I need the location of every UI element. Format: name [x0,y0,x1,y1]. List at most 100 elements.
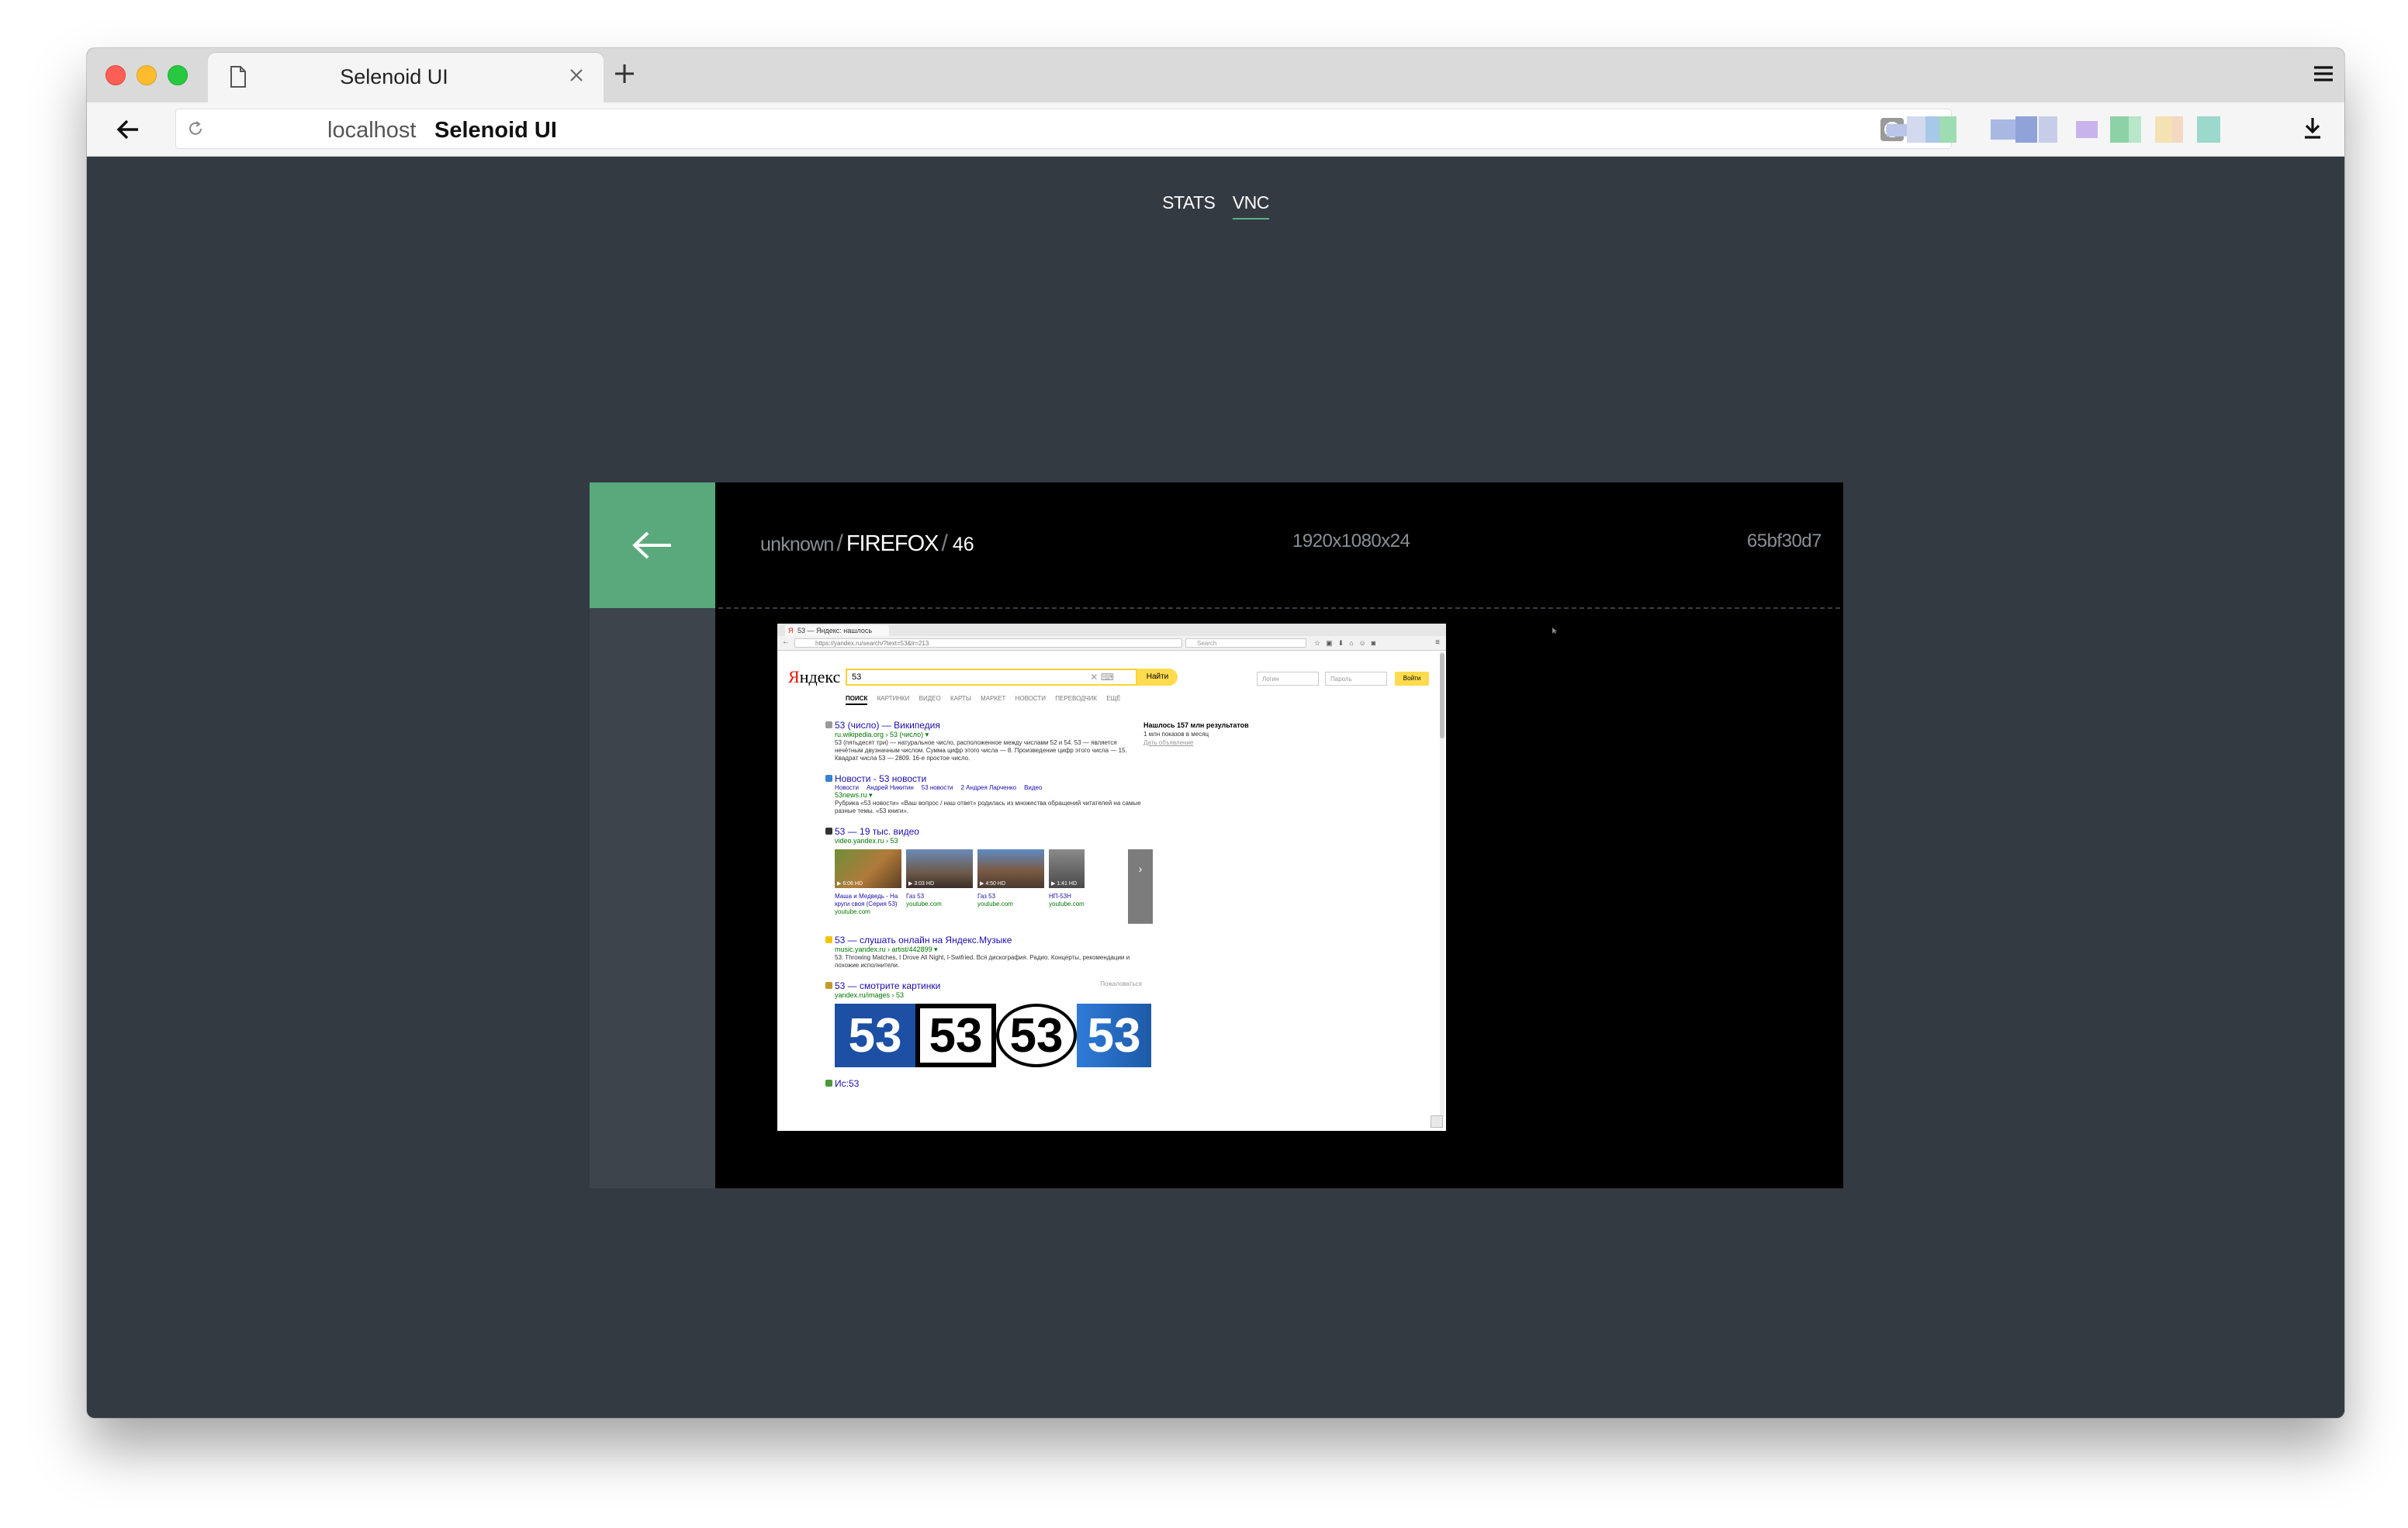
vnc-session-panel: unknown / FIREFOX/46 1920x1080x24 65bf30d7… [590,482,1843,1188]
url-page-title: Selenoid UI [434,118,557,143]
result-count: Нашлось 157 млн результатов [1143,721,1249,729]
wikipedia-icon [825,721,832,728]
result-title: 53 — смотрите картинки [835,980,941,991]
left-arrow-icon [632,531,671,559]
result-snippet: 53: Throwing Matches, I Drove All Night,… [835,954,1130,969]
page-icon [230,65,247,92]
close-window-button[interactable] [106,65,126,85]
image-thumbnail: 53 [835,1004,915,1067]
clear-icon: ✕ ⌨ [1090,672,1114,683]
video-thumbnail: ▶ 6:06 HD [835,849,901,888]
yandex-tabs: ПОИСК КАРТИНКИ ВИДЕО КАРТЫ МАРКЕТ НОВОСТ… [846,695,1128,705]
result-snippet: 53 (пятьдесят три) — натуральное число, … [835,739,1127,762]
yandex-tab: ВИДЕО [919,695,941,702]
remote-navbar: ← https://yandex.ru/search/?text=53&lr=2… [777,636,1446,651]
video-thumbnails: ▶ 6:06 HD ▶ 3:03 HD ▶ 4:50 HD ▶ 1:41 HD … [835,849,1153,924]
hamburger-menu-icon[interactable] [2310,60,2337,91]
nav-link-stats[interactable]: STATS [1162,192,1216,218]
cursor-icon [1552,627,1557,634]
panel-sidebar [590,608,715,1188]
result-sitelinks: Новости Андрей Никитин 53 новости 2 Андрея … [835,784,1043,791]
nav-link-vnc[interactable]: VNC [1232,192,1269,220]
extension-icon[interactable] [2110,116,2129,143]
yandex-tab: МАРКЕТ [981,695,1006,702]
yandex-logo: Яндекс [788,667,841,686]
music-icon [825,936,832,943]
yandex-tab: ПОИСК [846,695,868,705]
remote-tab: Я 53 — Яндекс: нашлось [785,625,889,636]
tab-strip: Selenoid UI [87,48,2344,102]
top-navigation: STATS VNC [87,192,2344,220]
yandex-enter-button: Войти [1395,672,1429,686]
video-thumbnail: ▶ 3:03 HD [906,849,973,888]
tab-title: Selenoid UI [340,65,448,88]
vnc-screen[interactable]: Я 53 — Яндекс: нашлось ← https://yandex.… [777,624,1446,1131]
video-thumbnail: ▶ 1:41 HD [1049,849,1085,888]
session-version: 46 [952,534,974,555]
video-captions: Маша и Медведь - На круги своя (Серия 53… [835,893,1085,915]
session-id: 65bf30d7 [1746,531,1822,551]
separator: / [836,531,843,556]
extension-icon[interactable] [2129,116,2141,143]
yandex-find-button: Найти [1137,669,1178,686]
remote-back-icon: ← [782,638,790,646]
search-result-video: 53 — 19 тыс. видео video.yandex.ru › 53 … [825,826,1153,924]
dashed-divider [718,607,1840,609]
session-name: unknown [760,534,834,555]
extension-icon[interactable] [2039,116,2057,143]
browser-tab[interactable]: Selenoid UI [208,53,604,102]
close-icon[interactable] [565,64,588,91]
url-host: localhost [327,118,417,143]
video-thumbnail: ▶ 4:50 HD [977,849,1044,888]
search-result: Новости - 53 новости Новости Андрей Никит… [825,773,1145,815]
extension-icon[interactable] [2076,121,2098,138]
remote-toolbar-icons: ☆▣⬇⌂☺◙ [1314,639,1382,647]
browser-window: Selenoid UI localhost Selenoid UI STATS … [87,48,2344,1418]
session-resolution: 1920x1080x24 [1292,531,1410,551]
images-icon [825,982,832,989]
address-bar[interactable]: localhost Selenoid UI [175,109,1952,149]
result-url: 53news.ru ▾ [835,791,873,799]
image-thumbnails: 53 53 53 53 [835,1004,1151,1067]
search-results: 53 (число) — Википедия ru.wikipedia.org … [825,720,1153,1100]
remote-tab-strip: Я 53 — Яндекс: нашлось [777,624,1446,636]
selenoid-ui-page: STATS VNC unknown / FIREFOX/46 1920x1080x2… [87,157,2344,1418]
advertise-link: Дать объявление [1143,739,1194,746]
extension-icon[interactable] [1939,116,1956,143]
extension-icon[interactable] [1991,119,2017,140]
address-toolbar: localhost Selenoid UI [87,102,2344,157]
search-result: 53 (число) — Википедия ru.wikipedia.org … [825,720,1145,762]
plus-icon[interactable] [611,60,638,91]
extension-icon[interactable] [2197,116,2220,143]
minimize-window-button[interactable] [137,65,157,85]
extension-icon[interactable] [2155,116,2172,143]
remote-tab-title: 53 — Яндекс: нашлось [797,627,873,634]
extension-icon[interactable] [1925,116,1939,143]
yandex-query: 53 [852,672,862,682]
yandex-login-field: Логин [1257,672,1319,686]
yandex-tab: ПЕРЕВОДЧИК [1055,695,1098,702]
result-url: ru.wikipedia.org › 53 (число) ▾ [835,731,929,738]
yandex-password-field: Пароль [1325,672,1387,686]
image-thumbnail: 53 [996,1004,1077,1067]
maximize-window-button[interactable] [168,65,188,85]
image-thumbnail: 53 [1077,1004,1151,1067]
result-url: yandex.ru/images › 53 [835,991,905,999]
download-icon[interactable] [2299,115,2326,145]
back-arrow-icon[interactable] [115,116,141,147]
result-title: 53 — слушать онлайн на Яндекс.Музыке [835,935,1012,945]
result-url: music.yandex.ru › artist/442899 ▾ [835,945,938,953]
extension-icon[interactable] [2172,116,2183,143]
yandex-favicon-icon: Я [788,627,794,634]
reload-icon[interactable] [186,119,205,142]
video-icon [825,828,832,835]
search-result-images: 53 — смотрите картинки yandex.ru/images … [825,980,1151,1067]
result-title: 53 (число) — Википедия [835,720,940,731]
yandex-tab: КАРТИНКИ [877,695,910,702]
back-button[interactable] [590,482,715,608]
result-title: Ис:53 [835,1078,860,1089]
yandex-search-field: 53 ✕ ⌨ [846,669,1137,686]
result-url: video.yandex.ru › 53 [835,837,898,845]
search-result: Ис:53 [825,1078,1145,1089]
extension-icon[interactable] [2015,116,2037,143]
